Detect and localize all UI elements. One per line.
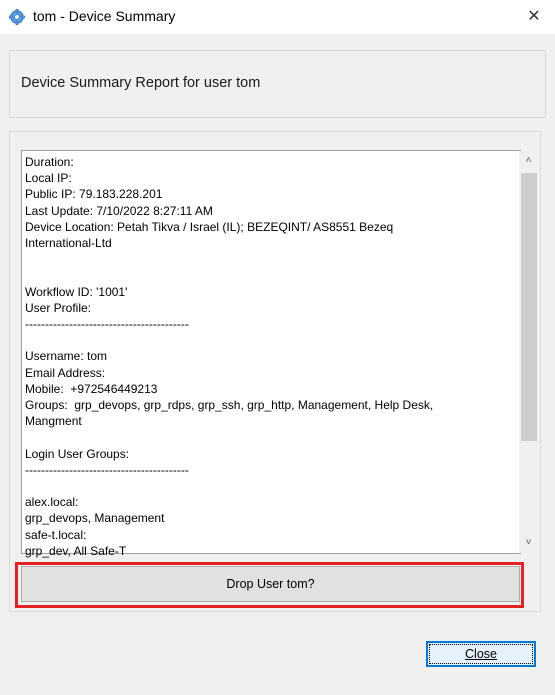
report-line: grp_devops, Management bbox=[25, 511, 165, 526]
close-button-label: Close bbox=[429, 644, 533, 664]
close-label-text: Close bbox=[465, 647, 497, 661]
report-line: safe-t.local: bbox=[25, 527, 87, 542]
report-line bbox=[25, 478, 500, 494]
report-header-text: Device Summary Report for user tom bbox=[21, 75, 261, 91]
report-line: International-Ltd bbox=[25, 236, 112, 251]
gear-icon bbox=[9, 9, 25, 25]
report-line: Duration: bbox=[25, 155, 74, 169]
report-line: Login User Groups: bbox=[25, 446, 130, 461]
report-textbox[interactable]: Duration: Local IP: Public IP: 79.183.228.… bbox=[21, 150, 538, 558]
report-line: grp_dev, All Safe-T bbox=[25, 543, 127, 558]
drop-user-button[interactable]: Drop User tom? bbox=[21, 566, 520, 602]
report-line: Public IP: 79.183.228.201 bbox=[25, 187, 163, 202]
scrollbar-thumb[interactable] bbox=[521, 173, 537, 441]
report-line: Last Update: 7/10/2022 8:27:11 AM bbox=[25, 203, 213, 218]
report-header-panel: Device Summary Report for user tom bbox=[9, 50, 546, 118]
report-line: Mangment bbox=[25, 414, 82, 429]
report-line: Email Address: bbox=[25, 365, 106, 380]
report-line: Mobile: +972546449213 bbox=[25, 381, 158, 396]
report-line: User Profile: bbox=[25, 300, 92, 315]
report-line: Workflow ID: '1001' bbox=[25, 284, 128, 299]
report-line bbox=[25, 251, 500, 267]
report-line: Device Location: Petah Tikva / Israel (I… bbox=[25, 219, 394, 234]
report-line: ----------------------------------------… bbox=[25, 317, 189, 332]
device-summary-window: tom - Device Summary ✕ Device Summary Re… bbox=[0, 0, 555, 695]
report-line bbox=[25, 267, 500, 283]
report-line: Local IP: bbox=[25, 171, 72, 186]
title-bar: tom - Device Summary ✕ bbox=[0, 0, 555, 34]
report-line: Groups: grp_devops, grp_rdps, grp_ssh, g… bbox=[25, 398, 434, 413]
scroll-up-arrow-icon[interactable]: ˄ bbox=[519, 151, 538, 171]
report-line bbox=[25, 429, 500, 445]
vertical-scrollbar[interactable]: ˄ ˅ bbox=[519, 151, 538, 553]
close-icon: ✕ bbox=[527, 8, 541, 25]
window-title: tom - Device Summary bbox=[33, 8, 176, 24]
close-button[interactable]: Close bbox=[426, 641, 536, 667]
scroll-down-arrow-icon[interactable]: ˅ bbox=[519, 533, 538, 553]
report-text: Duration: Local IP: Public IP: 79.183.228.… bbox=[25, 154, 500, 559]
report-line: ----------------------------------------… bbox=[25, 462, 189, 477]
window-close-button[interactable]: ✕ bbox=[520, 5, 548, 29]
report-line bbox=[25, 332, 500, 348]
report-line: Username: tom bbox=[25, 349, 108, 364]
report-line: alex.local: bbox=[25, 495, 79, 510]
